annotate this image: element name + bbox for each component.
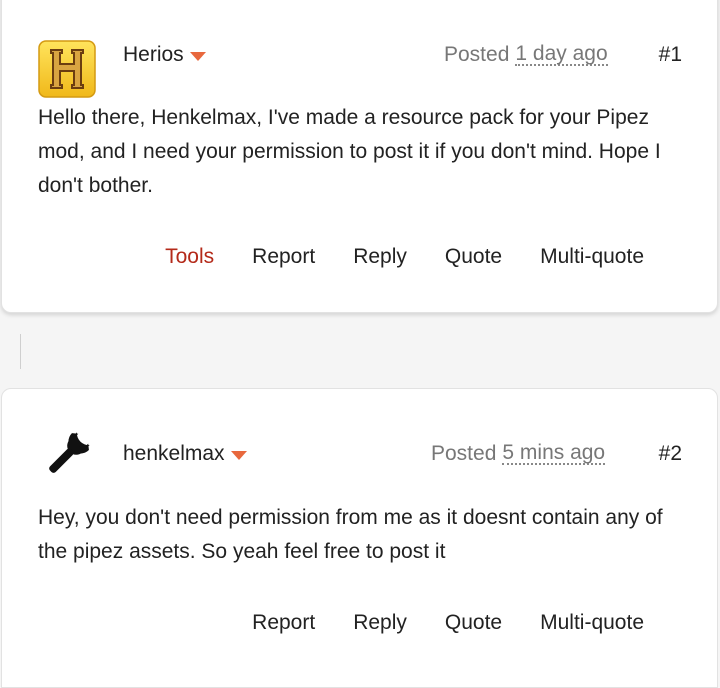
report-button[interactable]: Report [252, 245, 315, 269]
h-letter-badge-icon [38, 40, 96, 98]
quote-button[interactable]: Quote [445, 245, 502, 269]
author-name[interactable]: Herios [123, 43, 184, 67]
quote-button[interactable]: Quote [445, 611, 502, 635]
post-actions-2: Report Reply Quote Multi-quote [252, 608, 644, 638]
post-timestamp-1: Posted 1 day ago [444, 40, 608, 70]
posted-time-link[interactable]: 1 day ago [515, 43, 608, 66]
post-body: Hey, you don't need permission from me a… [38, 506, 663, 563]
wrench-icon [49, 432, 90, 473]
post-author-1[interactable]: Herios [123, 40, 206, 70]
chevron-down-icon[interactable] [230, 450, 247, 460]
posted-label: Posted [431, 442, 497, 465]
multi-quote-button[interactable]: Multi-quote [540, 611, 644, 635]
post-timestamp-2: Posted 5 mins ago [431, 439, 606, 469]
post-actions-1: Tools Report Reply Quote Multi-quote [165, 242, 644, 272]
posted-time-link[interactable]: 5 mins ago [502, 442, 606, 465]
reply-button[interactable]: Reply [353, 611, 407, 635]
avatar-henkelmax[interactable] [38, 426, 96, 484]
chevron-down-icon[interactable] [189, 51, 206, 61]
multi-quote-button[interactable]: Multi-quote [540, 245, 644, 269]
avatar-herios[interactable] [38, 40, 96, 98]
post-author-2[interactable]: henkelmax [123, 439, 247, 469]
thread-divider [20, 334, 21, 369]
report-button[interactable]: Report [252, 611, 315, 635]
tools-button[interactable]: Tools [165, 245, 214, 269]
author-name[interactable]: henkelmax [123, 442, 225, 466]
posted-label: Posted [444, 43, 510, 66]
reply-button[interactable]: Reply [353, 245, 407, 269]
post-number-link[interactable]: #1 [659, 40, 682, 70]
post-body: Hello there, Henkelmax, I've made a reso… [38, 106, 661, 197]
post-number-link[interactable]: #2 [659, 439, 682, 469]
